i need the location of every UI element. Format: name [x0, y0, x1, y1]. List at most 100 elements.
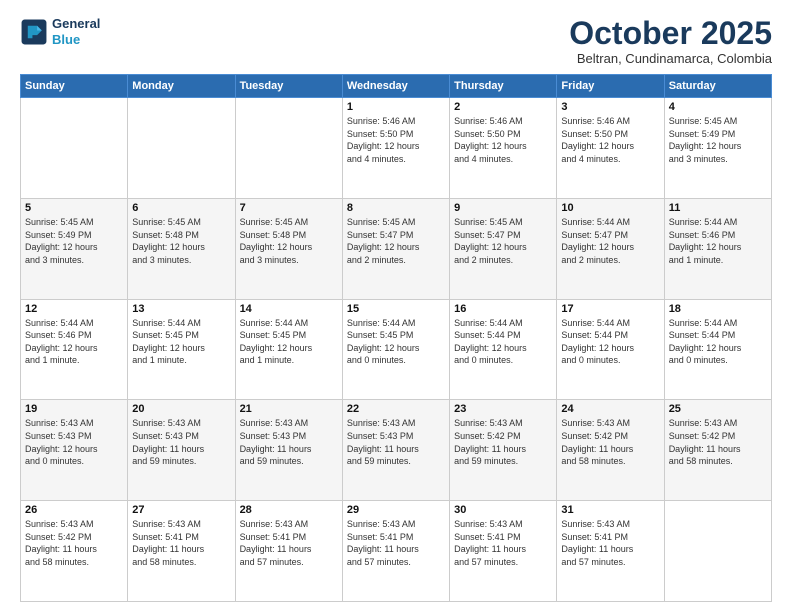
calendar-cell: 20 Sunrise: 5:43 AM Sunset: 5:43 PM Dayli…	[128, 400, 235, 501]
calendar-cell: 18 Sunrise: 5:44 AM Sunset: 5:44 PM Dayli…	[664, 299, 771, 400]
day-number: 29	[347, 504, 445, 516]
day-number: 28	[240, 504, 338, 516]
day-info: Sunrise: 5:44 AM Sunset: 5:44 PM Dayligh…	[669, 317, 767, 367]
col-tuesday: Tuesday	[235, 75, 342, 98]
calendar-cell: 30 Sunrise: 5:43 AM Sunset: 5:41 PM Dayli…	[450, 501, 557, 602]
logo: General Blue	[20, 16, 100, 47]
calendar-week-2: 5 Sunrise: 5:45 AM Sunset: 5:49 PM Daylig…	[21, 198, 772, 299]
day-number: 18	[669, 303, 767, 315]
col-monday: Monday	[128, 75, 235, 98]
day-number: 19	[25, 403, 123, 415]
day-number: 30	[454, 504, 552, 516]
calendar-cell: 28 Sunrise: 5:43 AM Sunset: 5:41 PM Dayli…	[235, 501, 342, 602]
day-info: Sunrise: 5:44 AM Sunset: 5:46 PM Dayligh…	[669, 216, 767, 266]
day-number: 27	[132, 504, 230, 516]
calendar-cell	[128, 98, 235, 199]
day-number: 3	[561, 101, 659, 113]
day-info: Sunrise: 5:46 AM Sunset: 5:50 PM Dayligh…	[454, 115, 552, 165]
col-friday: Friday	[557, 75, 664, 98]
calendar-header-row: Sunday Monday Tuesday Wednesday Thursday…	[21, 75, 772, 98]
calendar-cell: 4 Sunrise: 5:45 AM Sunset: 5:49 PM Daylig…	[664, 98, 771, 199]
day-info: Sunrise: 5:43 AM Sunset: 5:41 PM Dayligh…	[454, 518, 552, 568]
calendar-cell: 25 Sunrise: 5:43 AM Sunset: 5:42 PM Dayli…	[664, 400, 771, 501]
day-number: 9	[454, 202, 552, 214]
day-info: Sunrise: 5:43 AM Sunset: 5:42 PM Dayligh…	[25, 518, 123, 568]
subtitle: Beltran, Cundinamarca, Colombia	[569, 51, 772, 66]
calendar-table: Sunday Monday Tuesday Wednesday Thursday…	[20, 74, 772, 602]
day-info: Sunrise: 5:45 AM Sunset: 5:48 PM Dayligh…	[240, 216, 338, 266]
calendar-cell: 21 Sunrise: 5:43 AM Sunset: 5:43 PM Dayli…	[235, 400, 342, 501]
day-info: Sunrise: 5:44 AM Sunset: 5:44 PM Dayligh…	[561, 317, 659, 367]
day-number: 6	[132, 202, 230, 214]
day-number: 16	[454, 303, 552, 315]
month-title: October 2025	[569, 16, 772, 51]
day-info: Sunrise: 5:43 AM Sunset: 5:43 PM Dayligh…	[240, 417, 338, 467]
day-number: 21	[240, 403, 338, 415]
day-number: 5	[25, 202, 123, 214]
calendar-cell: 15 Sunrise: 5:44 AM Sunset: 5:45 PM Dayli…	[342, 299, 449, 400]
calendar-cell	[21, 98, 128, 199]
day-info: Sunrise: 5:45 AM Sunset: 5:49 PM Dayligh…	[25, 216, 123, 266]
day-number: 20	[132, 403, 230, 415]
day-number: 15	[347, 303, 445, 315]
page: General Blue October 2025 Beltran, Cundi…	[0, 0, 792, 612]
calendar-week-1: 1Sunrise: 5:46 AM Sunset: 5:50 PM Daylig…	[21, 98, 772, 199]
day-number: 4	[669, 101, 767, 113]
day-info: Sunrise: 5:43 AM Sunset: 5:41 PM Dayligh…	[240, 518, 338, 568]
col-saturday: Saturday	[664, 75, 771, 98]
calendar-cell: 10 Sunrise: 5:44 AM Sunset: 5:47 PM Dayli…	[557, 198, 664, 299]
calendar-cell: 23Sunrise: 5:43 AM Sunset: 5:42 PM Dayli…	[450, 400, 557, 501]
calendar-cell	[664, 501, 771, 602]
day-number: 10	[561, 202, 659, 214]
day-number: 2	[454, 101, 552, 113]
day-info: Sunrise: 5:44 AM Sunset: 5:47 PM Dayligh…	[561, 216, 659, 266]
day-info: Sunrise: 5:45 AM Sunset: 5:49 PM Dayligh…	[669, 115, 767, 165]
calendar-cell: 12Sunrise: 5:44 AM Sunset: 5:46 PM Dayli…	[21, 299, 128, 400]
calendar-week-3: 12Sunrise: 5:44 AM Sunset: 5:46 PM Dayli…	[21, 299, 772, 400]
calendar-cell: 2 Sunrise: 5:46 AM Sunset: 5:50 PM Daylig…	[450, 98, 557, 199]
calendar-cell: 29 Sunrise: 5:43 AM Sunset: 5:41 PM Dayli…	[342, 501, 449, 602]
day-info: Sunrise: 5:45 AM Sunset: 5:48 PM Dayligh…	[132, 216, 230, 266]
day-number: 31	[561, 504, 659, 516]
calendar-cell: 9Sunrise: 5:45 AM Sunset: 5:47 PM Daylig…	[450, 198, 557, 299]
day-info: Sunrise: 5:43 AM Sunset: 5:42 PM Dayligh…	[454, 417, 552, 467]
col-wednesday: Wednesday	[342, 75, 449, 98]
day-info: Sunrise: 5:43 AM Sunset: 5:43 PM Dayligh…	[132, 417, 230, 467]
calendar-cell: 13Sunrise: 5:44 AM Sunset: 5:45 PM Dayli…	[128, 299, 235, 400]
day-number: 8	[347, 202, 445, 214]
day-info: Sunrise: 5:46 AM Sunset: 5:50 PM Dayligh…	[561, 115, 659, 165]
calendar-cell	[235, 98, 342, 199]
day-number: 26	[25, 504, 123, 516]
calendar-cell: 24 Sunrise: 5:43 AM Sunset: 5:42 PM Dayli…	[557, 400, 664, 501]
day-info: Sunrise: 5:44 AM Sunset: 5:45 PM Dayligh…	[240, 317, 338, 367]
day-info: Sunrise: 5:43 AM Sunset: 5:41 PM Dayligh…	[347, 518, 445, 568]
day-number: 7	[240, 202, 338, 214]
day-number: 12	[25, 303, 123, 315]
day-info: Sunrise: 5:44 AM Sunset: 5:45 PM Dayligh…	[347, 317, 445, 367]
day-number: 24	[561, 403, 659, 415]
day-info: Sunrise: 5:43 AM Sunset: 5:42 PM Dayligh…	[561, 417, 659, 467]
title-block: October 2025 Beltran, Cundinamarca, Colo…	[569, 16, 772, 66]
logo-line1: General	[52, 16, 100, 32]
calendar-cell: 5 Sunrise: 5:45 AM Sunset: 5:49 PM Daylig…	[21, 198, 128, 299]
logo-line2: Blue	[52, 32, 100, 48]
day-info: Sunrise: 5:43 AM Sunset: 5:41 PM Dayligh…	[561, 518, 659, 568]
day-info: Sunrise: 5:44 AM Sunset: 5:44 PM Dayligh…	[454, 317, 552, 367]
calendar-cell: 6 Sunrise: 5:45 AM Sunset: 5:48 PM Daylig…	[128, 198, 235, 299]
logo-icon	[20, 18, 48, 46]
header: General Blue October 2025 Beltran, Cundi…	[20, 16, 772, 66]
calendar-cell: 27Sunrise: 5:43 AM Sunset: 5:41 PM Dayli…	[128, 501, 235, 602]
day-info: Sunrise: 5:44 AM Sunset: 5:45 PM Dayligh…	[132, 317, 230, 367]
calendar-cell: 7 Sunrise: 5:45 AM Sunset: 5:48 PM Daylig…	[235, 198, 342, 299]
calendar-cell: 11 Sunrise: 5:44 AM Sunset: 5:46 PM Dayli…	[664, 198, 771, 299]
day-number: 14	[240, 303, 338, 315]
day-info: Sunrise: 5:43 AM Sunset: 5:42 PM Dayligh…	[669, 417, 767, 467]
calendar-cell: 26 Sunrise: 5:43 AM Sunset: 5:42 PM Dayli…	[21, 501, 128, 602]
calendar-week-5: 26 Sunrise: 5:43 AM Sunset: 5:42 PM Dayli…	[21, 501, 772, 602]
calendar-cell: 31 Sunrise: 5:43 AM Sunset: 5:41 PM Dayli…	[557, 501, 664, 602]
day-info: Sunrise: 5:45 AM Sunset: 5:47 PM Dayligh…	[347, 216, 445, 266]
calendar-cell: 3 Sunrise: 5:46 AM Sunset: 5:50 PM Daylig…	[557, 98, 664, 199]
calendar-cell: 1Sunrise: 5:46 AM Sunset: 5:50 PM Daylig…	[342, 98, 449, 199]
day-number: 25	[669, 403, 767, 415]
day-number: 11	[669, 202, 767, 214]
